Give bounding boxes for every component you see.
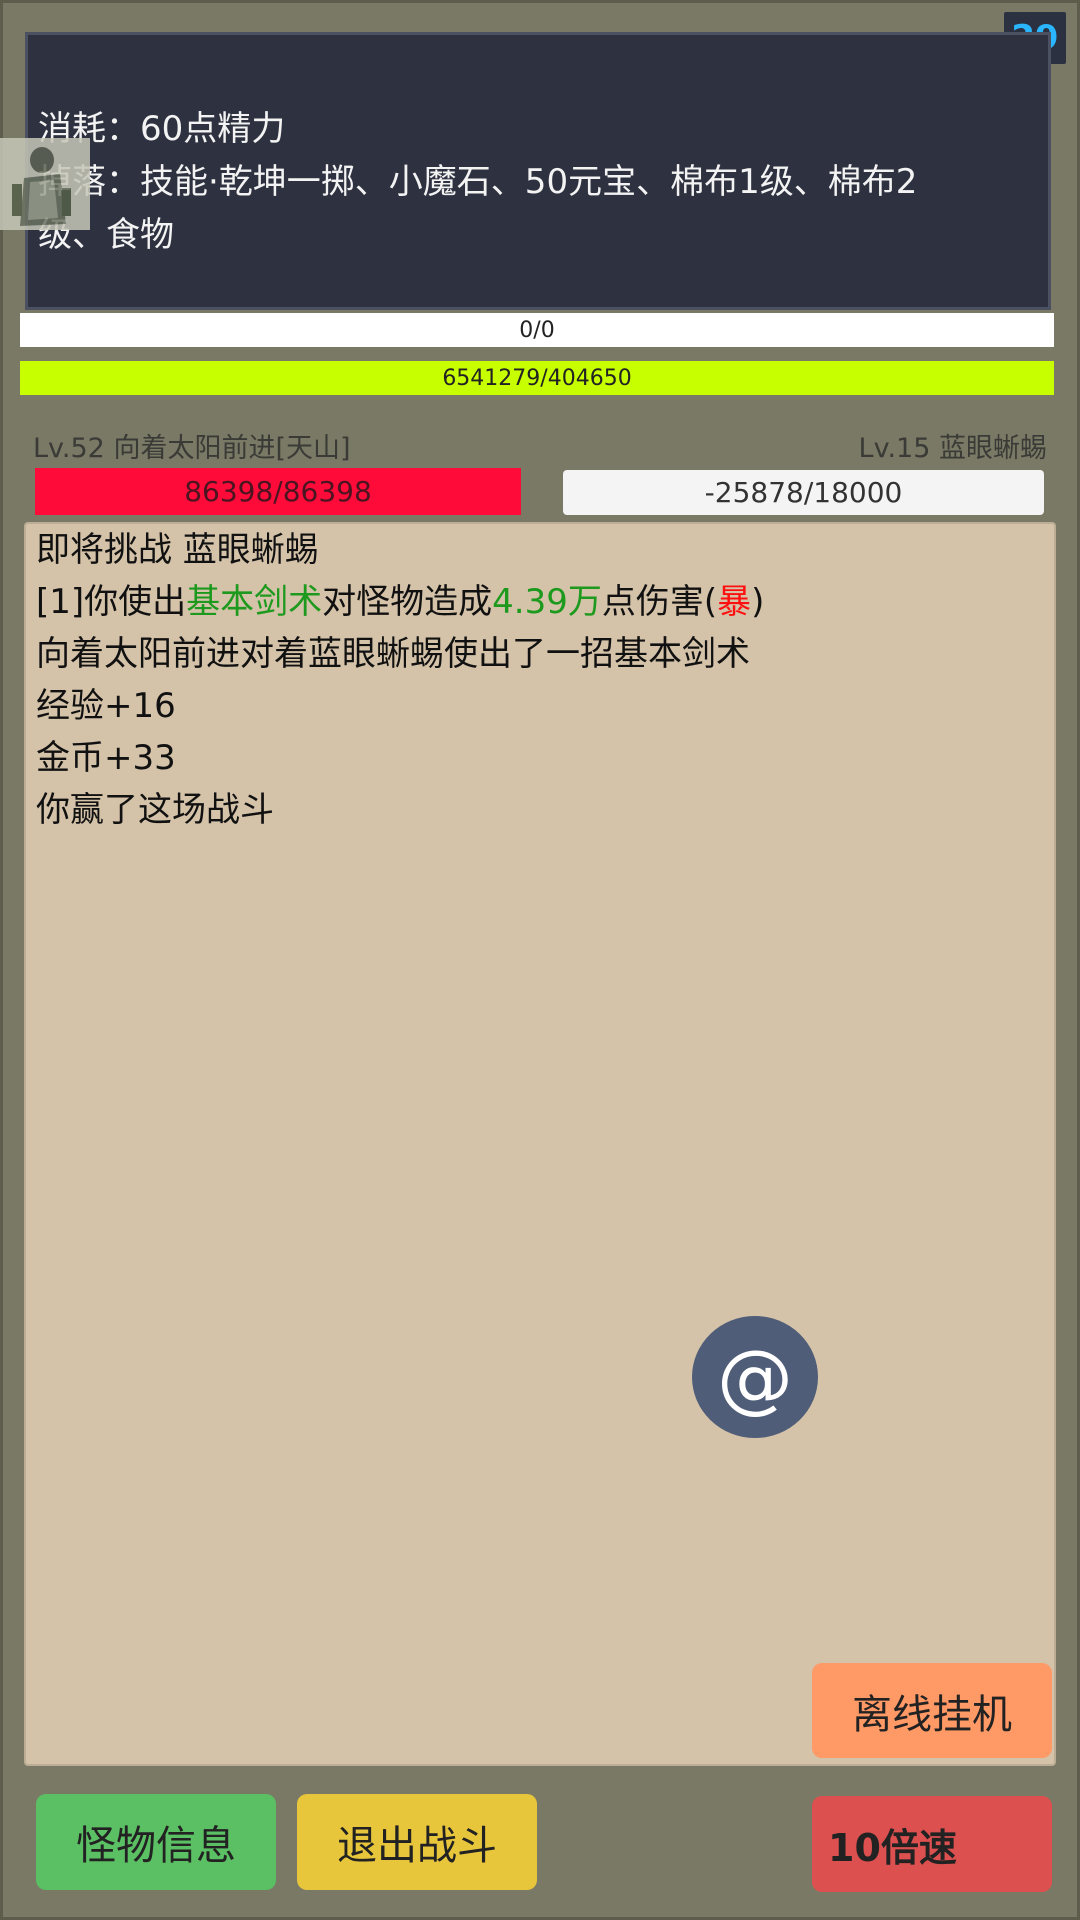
enemy-level-name: Lv.15 蓝眼蜥蜴 — [858, 433, 1047, 464]
log-line: 向着太阳前进对着蓝眼蜥蜴使出了一招基本剑术 — [36, 634, 750, 674]
player-hp-label: 86398/86398 — [184, 475, 372, 508]
log-text: [1]你使出 — [36, 582, 187, 622]
speed-button[interactable]: 10倍速 — [812, 1796, 1052, 1892]
offline-idle-button[interactable]: 离线挂机 — [812, 1663, 1052, 1758]
log-line: 金币+33 — [36, 738, 176, 778]
log-line: 即将挑战 蓝眼蜥蜴 — [36, 530, 319, 570]
enemy-hp-bar: -25878/18000 — [563, 470, 1044, 515]
chat-at-button[interactable]: @ — [692, 1316, 818, 1438]
monster-avatar-icon[interactable] — [0, 138, 90, 230]
skill-name: 基本剑术 — [186, 582, 323, 622]
experience-bar-label: 6541279/404650 — [442, 365, 632, 391]
player-level-name: Lv.52 向着太阳前进[天山] — [33, 433, 351, 464]
damage-value: 4.39万 — [492, 582, 602, 622]
exit-battle-button[interactable]: 退出战斗 — [297, 1794, 537, 1890]
battle-log: 即将挑战 蓝眼蜥蜴 [1]你使出基本剑术对怪物造成4.39万点伤害(暴) 向着太… — [24, 522, 1056, 1766]
crit-marker: 暴 — [717, 582, 752, 622]
log-text: 对怪物造成 — [322, 582, 493, 622]
drop-line-continued: 级、食物 — [38, 215, 174, 255]
drop-info-panel: 消耗：60点精力 掉落：技能·乾坤一掷、小魔石、50元宝、棉布1级、棉布2 级、… — [25, 32, 1051, 310]
at-icon: @ — [717, 1332, 793, 1422]
log-text: 点伤害( — [601, 582, 718, 622]
enemy-hp-label: -25878/18000 — [704, 476, 903, 509]
log-line: 经验+16 — [36, 686, 176, 726]
drop-line: 掉落：技能·乾坤一掷、小魔石、50元宝、棉布1级、棉布2 — [38, 162, 918, 202]
progress-bar: 0/0 — [20, 313, 1054, 347]
player-hp-bar: 86398/86398 — [35, 468, 521, 515]
log-line-attack: [1]你使出基本剑术对怪物造成4.39万点伤害(暴) — [36, 576, 1044, 628]
log-line: 你赢了这场战斗 — [36, 790, 274, 830]
log-text: ) — [751, 582, 765, 622]
progress-bar-label: 0/0 — [519, 317, 555, 343]
experience-bar: 6541279/404650 — [20, 361, 1054, 395]
monster-info-button[interactable]: 怪物信息 — [36, 1794, 276, 1890]
cost-line: 消耗：60点精力 — [38, 109, 286, 149]
